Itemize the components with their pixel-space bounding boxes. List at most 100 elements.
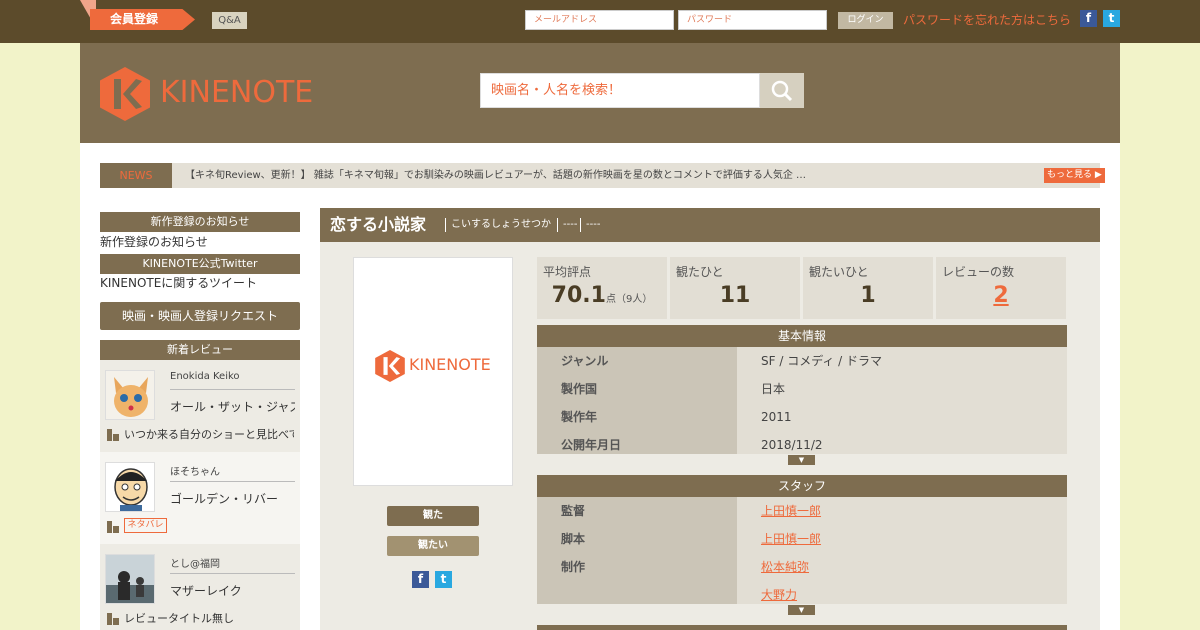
logo-text[interactable]: KINENOTE xyxy=(160,76,313,110)
info-key: 製作年 xyxy=(537,403,737,431)
register-label[interactable]: 会員登録 xyxy=(90,9,195,30)
facebook-icon[interactable]: f xyxy=(1080,10,1097,27)
twitter-link[interactable]: KINENOTEに関するツイート xyxy=(100,275,257,291)
staff-row: 大野力 xyxy=(537,581,1067,604)
review-icon xyxy=(107,429,119,441)
new-reviews-heading: 新着レビュー xyxy=(100,340,300,360)
news-bar: NEWS 【キネ旬Review、更新！】 雑誌「キネマ旬報」でお馴染みの映画レビ… xyxy=(100,163,1105,188)
info-key: ジャンル xyxy=(537,347,737,375)
staff-heading: スタッフ xyxy=(537,475,1067,497)
review-title[interactable]: いつか来る自分のショーと見比べて xyxy=(124,426,294,442)
site-header: KINENOTE 映画名・人名を検索！ xyxy=(80,43,1120,143)
average-score-value: 70.1点（9人） xyxy=(537,283,667,308)
staff-row: 脚本 上田慎一郎 xyxy=(537,525,1067,553)
staff-name-cell: 松本純弥 xyxy=(737,553,1067,581)
want-to-see-button[interactable]: 観たい xyxy=(387,536,479,556)
review-item[interactable]: ほそちゃん ゴールデン・リバー ネタバレ xyxy=(100,452,300,544)
registration-request-button[interactable]: 映画・映画人登録リクエスト xyxy=(100,302,300,330)
poster-logo-text: KINENOTE xyxy=(409,355,491,374)
info-row: 公開年月日 2018/11/2 xyxy=(537,431,1067,454)
want-count-box: 観たいひと 1 xyxy=(803,257,933,319)
staff-role xyxy=(537,581,737,604)
staff-name-link[interactable]: 松本純弥 xyxy=(761,560,809,574)
review-item[interactable]: とし@福岡 マザーレイク レビュータイトル無し xyxy=(100,544,300,630)
login-button[interactable]: ログイン xyxy=(838,12,893,29)
staff-role: 制作 xyxy=(537,553,737,581)
staff-name-link[interactable]: 上田慎一郎 xyxy=(761,532,821,546)
review-icon xyxy=(107,521,119,533)
avatar xyxy=(105,462,155,512)
more-news-button[interactable]: もっと見る ▶ xyxy=(1044,168,1105,183)
staff-name-cell: 上田慎一郎 xyxy=(737,525,1067,553)
review-user-name[interactable]: ほそちゃん xyxy=(170,463,220,478)
movie-title-bar: 恋する小説家 こいするしょうせつか ---- ---- xyxy=(320,208,1100,242)
info-row: 製作年 2011 xyxy=(537,403,1067,431)
expand-basic-info-button[interactable]: ▼ xyxy=(788,455,815,465)
seen-count-label: 観たひと xyxy=(676,265,724,279)
staff-row: 監督 上田慎一郎 xyxy=(537,497,1067,525)
staff-name-cell: 上田慎一郎 xyxy=(737,497,1067,525)
staff-name-link[interactable]: 大野力 xyxy=(761,588,797,602)
forgot-password-link[interactable]: パスワードを忘れた方はこちら xyxy=(903,12,1071,29)
review-title[interactable]: レビュータイトル無し xyxy=(124,610,294,626)
search-input[interactable]: 映画名・人名を検索！ xyxy=(480,73,760,108)
seen-button[interactable]: 観た xyxy=(387,506,479,526)
review-film-title[interactable]: ゴールデン・リバー xyxy=(170,490,295,507)
info-key: 製作国 xyxy=(537,375,737,403)
twitter-icon[interactable]: t xyxy=(435,571,452,588)
review-item[interactable]: Enokida Keiko オール・ザット・ジャズ いつか来る自分のショーと見比… xyxy=(100,360,300,452)
news-headline[interactable]: 【キネ旬Review、更新！】 雑誌「キネマ旬報」でお馴染みの映画レビュアーが、… xyxy=(185,163,875,188)
new-arrivals-heading: 新作登録のお知らせ xyxy=(100,212,300,232)
register-button[interactable]: 会員登録 xyxy=(80,0,195,30)
info-value: 日本 xyxy=(737,375,1067,403)
review-count-box: レビューの数 2 xyxy=(936,257,1066,319)
want-count-label: 観たいひと xyxy=(809,265,869,279)
runtime: ---- xyxy=(580,218,600,232)
search-icon xyxy=(771,80,793,102)
basic-info-heading: 基本情報 xyxy=(537,325,1067,347)
staff-row: 制作 松本純弥 xyxy=(537,553,1067,581)
facebook-icon[interactable]: f xyxy=(412,571,429,588)
staff-role: 脚本 xyxy=(537,525,737,553)
review-film-title[interactable]: オール・ザット・ジャズ xyxy=(170,398,295,415)
seen-count-box: 観たひと 11 xyxy=(670,257,800,319)
next-section-heading xyxy=(537,625,1067,630)
staff-role: 監督 xyxy=(537,497,737,525)
expand-staff-button[interactable]: ▼ xyxy=(788,605,815,615)
email-field[interactable]: メールアドレス xyxy=(525,10,674,30)
staff-name-cell: 大野力 xyxy=(737,581,1067,604)
divider xyxy=(170,389,295,390)
search-button[interactable] xyxy=(760,73,804,108)
qa-button[interactable]: Q&A xyxy=(212,12,247,29)
review-count-label: レビューの数 xyxy=(942,265,1015,279)
review-count-link[interactable]: 2 xyxy=(993,283,1008,308)
kinenote-logo-icon[interactable] xyxy=(100,67,150,121)
review-count-value-wrap: 2 xyxy=(936,283,1066,308)
review-film-title[interactable]: マザーレイク xyxy=(170,582,295,599)
top-bar: 会員登録 Q&A メールアドレス パスワード ログイン パスワードを忘れた方はこ… xyxy=(0,0,1200,43)
avatar xyxy=(105,370,155,420)
info-value: SF / コメディ / ドラマ xyxy=(737,347,1067,375)
divider xyxy=(170,573,295,574)
average-score-label: 平均評点 xyxy=(543,265,592,279)
avatar xyxy=(105,554,155,604)
kinenote-logo-icon xyxy=(375,350,405,382)
average-score-number: 70.1 xyxy=(551,283,606,308)
twitter-heading: KINENOTE公式Twitter xyxy=(100,254,300,274)
movie-title: 恋する小説家 xyxy=(330,215,427,234)
password-field[interactable]: パスワード xyxy=(678,10,827,30)
news-label: NEWS xyxy=(100,163,172,188)
staff-name-link[interactable]: 上田慎一郎 xyxy=(761,504,821,518)
new-arrivals-link[interactable]: 新作登録のお知らせ xyxy=(100,234,208,250)
info-row: ジャンル SF / コメディ / ドラマ xyxy=(537,347,1067,375)
average-score-unit: 点（9人） xyxy=(605,294,653,305)
twitter-icon[interactable]: t xyxy=(1103,10,1120,27)
info-key: 公開年月日 xyxy=(537,431,737,454)
review-user-name[interactable]: Enokida Keiko xyxy=(170,371,240,382)
seen-count-value: 11 xyxy=(719,283,751,308)
average-score-box: 平均評点 70.1点（9人） xyxy=(537,257,667,319)
original-title: ---- xyxy=(557,218,577,232)
review-user-name[interactable]: とし@福岡 xyxy=(170,555,220,570)
info-value: 2011 xyxy=(737,403,1067,431)
divider xyxy=(170,481,295,482)
